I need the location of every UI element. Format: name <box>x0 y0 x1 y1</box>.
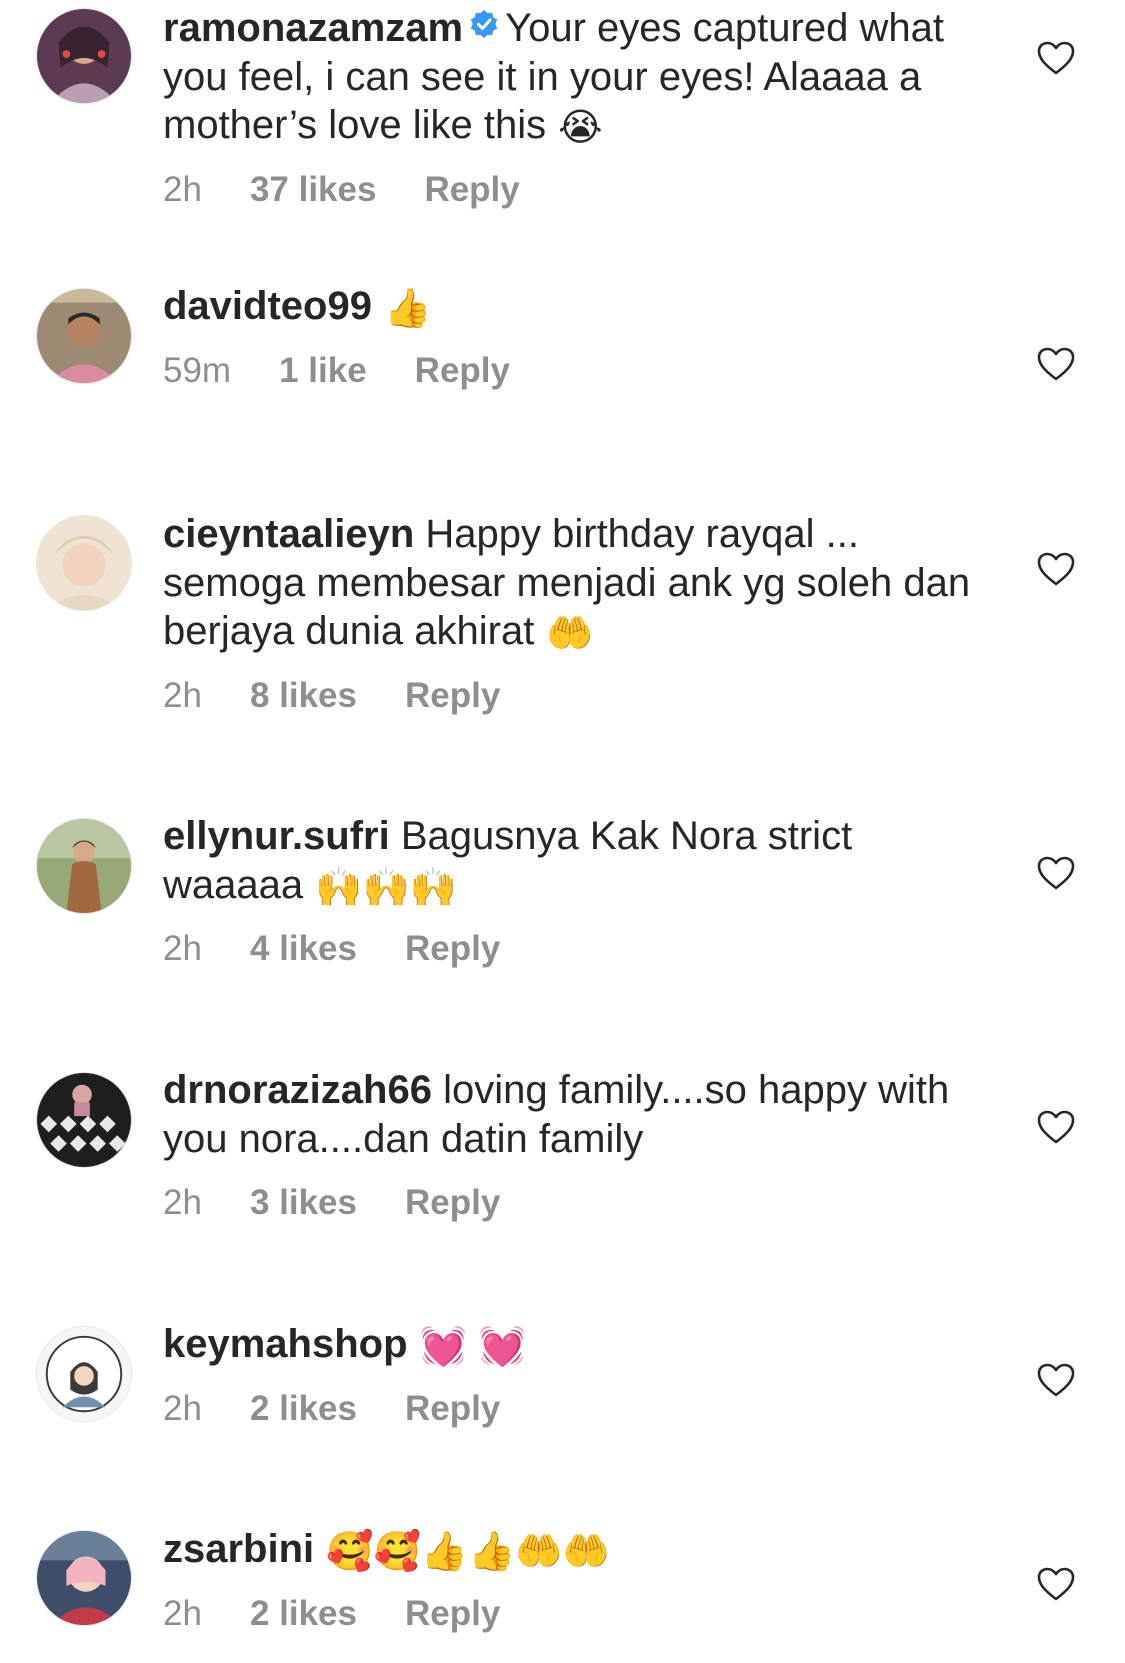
comment-likes[interactable]: 1 like <box>279 351 367 390</box>
like-button[interactable] <box>1036 346 1076 382</box>
avatar-image <box>37 516 131 610</box>
reply-button[interactable]: Reply <box>405 929 500 968</box>
comment-meta: 2h 37 likes Reply <box>163 170 973 210</box>
comment-emoji: 🙌🙌🙌 <box>315 864 458 909</box>
comment-emoji: 💓 💓 <box>419 1324 527 1368</box>
heart-outline-icon <box>1037 41 1075 75</box>
comment-time[interactable]: 2h <box>163 676 202 715</box>
reply-button[interactable]: Reply <box>424 170 519 209</box>
comment-likes[interactable]: 2 likes <box>250 1389 357 1428</box>
comment-username[interactable]: ellynur.sufri <box>163 814 390 858</box>
comment-body: drnorazizah66 loving family....so happy … <box>163 1066 973 1223</box>
comment-username[interactable]: ramonazamzam <box>163 6 463 50</box>
comment-body: ellynur.sufri Bagusnya Kak Nora strict w… <box>163 812 973 969</box>
comment-username[interactable]: cieyntaalieyn <box>163 512 414 556</box>
avatar[interactable] <box>36 1072 132 1168</box>
verified-badge-icon <box>469 9 499 39</box>
reply-button[interactable]: Reply <box>415 351 510 390</box>
avatar[interactable] <box>36 8 132 104</box>
comment-body: ramonazamzam Your eyes captured what you … <box>163 4 973 210</box>
avatar[interactable] <box>36 515 132 611</box>
heart-outline-icon <box>1037 1363 1075 1397</box>
comment-likes[interactable]: 4 likes <box>250 929 357 968</box>
comment-emoji: 😭 <box>558 105 603 149</box>
avatar-image <box>37 1327 131 1421</box>
comment-time[interactable]: 2h <box>163 170 202 209</box>
comment-time[interactable]: 2h <box>163 1183 202 1222</box>
avatar[interactable] <box>36 818 132 914</box>
heart-outline-icon <box>1037 1567 1075 1601</box>
comment-body: davidteo99 👍 59m 1 like Reply <box>163 282 973 391</box>
comment-text-block: cieyntaalieyn Happy birthday rayqal ... … <box>163 510 973 656</box>
comment-body: cieyntaalieyn Happy birthday rayqal ... … <box>163 510 973 716</box>
comment-emoji: 🥰🥰👍👍🤲🤲 <box>326 1529 611 1573</box>
reply-button[interactable]: Reply <box>405 1594 500 1633</box>
comment-time[interactable]: 2h <box>163 1389 202 1428</box>
reply-button[interactable]: Reply <box>405 1389 500 1428</box>
like-button[interactable] <box>1036 40 1076 76</box>
avatar[interactable] <box>36 1326 132 1422</box>
avatar[interactable] <box>36 288 132 384</box>
avatar-image <box>37 1073 131 1167</box>
comment-username[interactable]: davidteo99 <box>163 284 372 328</box>
like-button[interactable] <box>1036 1109 1076 1145</box>
avatar-image <box>37 819 131 913</box>
comment-text-block: ramonazamzam Your eyes captured what you … <box>163 4 973 150</box>
reply-button[interactable]: Reply <box>405 676 500 715</box>
comment-meta: 2h 2 likes Reply <box>163 1389 973 1429</box>
comment-likes[interactable]: 3 likes <box>250 1183 357 1222</box>
heart-outline-icon <box>1037 856 1075 890</box>
avatar-image <box>37 289 131 383</box>
avatar-image <box>37 9 131 103</box>
comment-emoji: 👍 <box>383 286 432 330</box>
comment-text-block: ellynur.sufri Bagusnya Kak Nora strict w… <box>163 812 973 909</box>
comment-meta: 2h 3 likes Reply <box>163 1183 973 1223</box>
heart-outline-icon <box>1037 1110 1075 1144</box>
like-button[interactable] <box>1036 1362 1076 1398</box>
avatar[interactable] <box>36 1530 132 1626</box>
comment-likes[interactable]: 8 likes <box>250 676 357 715</box>
comment-body: zsarbini 🥰🥰👍👍🤲🤲 2h 2 likes Reply <box>163 1525 973 1634</box>
comment-username[interactable]: drnorazizah66 <box>163 1068 432 1112</box>
comment-text-block: zsarbini 🥰🥰👍👍🤲🤲 <box>163 1525 973 1574</box>
like-button[interactable] <box>1036 551 1076 587</box>
comment-meta: 2h 4 likes Reply <box>163 929 973 969</box>
heart-outline-icon <box>1037 347 1075 381</box>
comment-likes[interactable]: 2 likes <box>250 1594 357 1633</box>
comment-emoji: 🤲 <box>546 611 594 655</box>
comment-body: keymahshop 💓 💓 2h 2 likes Reply <box>163 1320 973 1429</box>
comment-username[interactable]: zsarbini <box>163 1527 314 1571</box>
comment-text-block: davidteo99 👍 <box>163 282 973 331</box>
comment-meta: 2h 8 likes Reply <box>163 676 973 716</box>
comment-time[interactable]: 2h <box>163 929 202 968</box>
comment-username[interactable]: keymahshop <box>163 1322 408 1366</box>
comment-likes[interactable]: 37 likes <box>250 170 377 209</box>
comment-time[interactable]: 2h <box>163 1594 202 1633</box>
comment-text-block: drnorazizah66 loving family....so happy … <box>163 1066 973 1163</box>
avatar-image <box>37 1531 131 1625</box>
like-button[interactable] <box>1036 1566 1076 1602</box>
heart-outline-icon <box>1037 552 1075 586</box>
comment-time[interactable]: 59m <box>163 351 231 390</box>
comment-meta: 2h 2 likes Reply <box>163 1594 973 1634</box>
reply-button[interactable]: Reply <box>405 1183 500 1222</box>
comments-list: ramonazamzam Your eyes captured what you … <box>0 0 1125 1663</box>
comment-text-block: keymahshop 💓 💓 <box>163 1320 973 1369</box>
like-button[interactable] <box>1036 855 1076 891</box>
comment-meta: 59m 1 like Reply <box>163 351 973 391</box>
